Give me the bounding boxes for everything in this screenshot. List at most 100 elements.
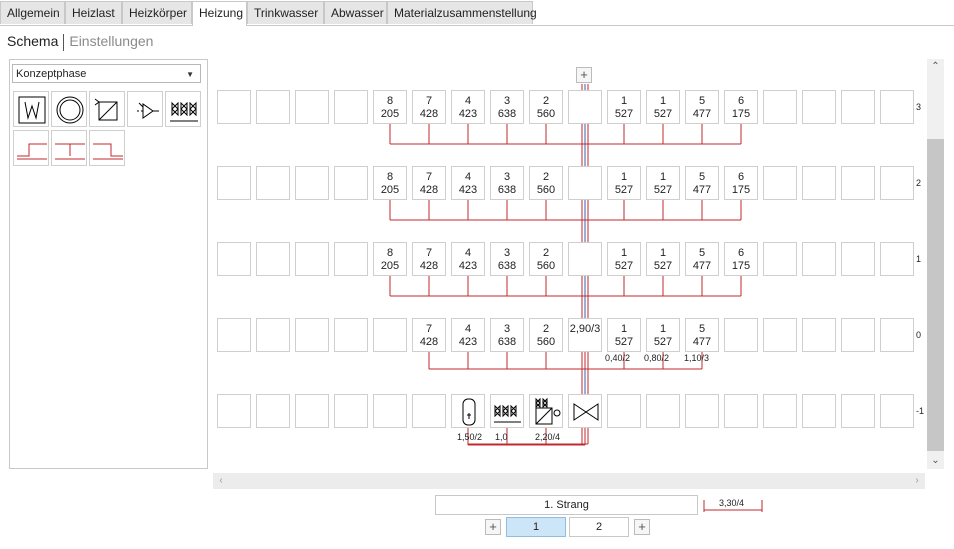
empty-cell[interactable] <box>763 394 797 428</box>
room-cell[interactable]: 1 527 <box>607 90 641 124</box>
tab-heizung[interactable]: Heizung <box>192 1 247 26</box>
empty-cell[interactable] <box>880 90 914 124</box>
room-cell[interactable]: 2,90/3 <box>568 318 602 352</box>
room-cell[interactable]: 6 175 <box>724 90 758 124</box>
empty-cell[interactable] <box>841 166 875 200</box>
scroll-up-icon[interactable]: ⌃ <box>927 59 944 75</box>
subtab-schema[interactable]: Schema <box>7 33 58 49</box>
palette-item[interactable] <box>13 130 49 166</box>
component-cell[interactable] <box>529 394 563 428</box>
empty-cell[interactable] <box>256 318 290 352</box>
add-page-left-button[interactable]: + <box>485 519 501 535</box>
empty-cell[interactable] <box>880 166 914 200</box>
subtab-settings[interactable]: Einstellungen <box>69 33 153 49</box>
room-cell[interactable]: 5 477 <box>685 166 719 200</box>
empty-cell[interactable] <box>763 90 797 124</box>
room-cell[interactable]: 6 175 <box>724 242 758 276</box>
room-cell[interactable]: 2 560 <box>529 166 563 200</box>
empty-cell[interactable] <box>217 394 251 428</box>
room-cell[interactable]: 4 423 <box>451 166 485 200</box>
empty-cell[interactable] <box>763 242 797 276</box>
component-cell[interactable] <box>568 394 602 428</box>
room-cell[interactable]: 6 175 <box>724 166 758 200</box>
empty-cell[interactable] <box>256 242 290 276</box>
palette-item[interactable] <box>13 91 49 127</box>
room-cell[interactable]: 1 527 <box>646 242 680 276</box>
empty-cell[interactable] <box>841 394 875 428</box>
scrollbar-thumb[interactable] <box>927 139 944 451</box>
component-cell[interactable] <box>451 394 485 428</box>
phase-select[interactable]: Konzeptphase ▼ <box>12 64 201 83</box>
empty-cell[interactable] <box>256 166 290 200</box>
room-cell[interactable]: 8 205 <box>373 166 407 200</box>
empty-cell[interactable] <box>373 318 407 352</box>
tab-materialzusammenstellung[interactable]: Materialzusammenstellung <box>387 1 537 24</box>
room-cell[interactable]: 7 428 <box>412 166 446 200</box>
empty-cell[interactable] <box>256 90 290 124</box>
empty-cell[interactable] <box>295 90 329 124</box>
palette-item[interactable] <box>51 91 87 127</box>
vertical-scrollbar[interactable]: ⌃ ⌄ <box>927 59 944 469</box>
empty-cell[interactable] <box>334 318 368 352</box>
room-cell[interactable]: 8 205 <box>373 242 407 276</box>
palette-item[interactable] <box>89 91 125 127</box>
room-cell[interactable]: 2 560 <box>529 242 563 276</box>
room-cell[interactable]: 3 638 <box>490 242 524 276</box>
empty-cell[interactable] <box>217 318 251 352</box>
strang-label[interactable]: 1. Strang <box>435 495 698 515</box>
room-cell[interactable]: 3 638 <box>490 90 524 124</box>
empty-cell[interactable] <box>334 90 368 124</box>
empty-cell[interactable] <box>802 90 836 124</box>
page-button-1[interactable]: 1 <box>506 517 566 537</box>
room-cell[interactable]: 2 560 <box>529 90 563 124</box>
empty-cell[interactable] <box>334 394 368 428</box>
room-cell[interactable]: 1 527 <box>607 318 641 352</box>
palette-item[interactable] <box>89 130 125 166</box>
empty-cell[interactable] <box>568 166 602 200</box>
room-cell[interactable]: 3 638 <box>490 318 524 352</box>
empty-cell[interactable] <box>373 394 407 428</box>
room-cell[interactable]: 4 423 <box>451 318 485 352</box>
empty-cell[interactable] <box>412 394 446 428</box>
empty-cell[interactable] <box>802 318 836 352</box>
empty-cell[interactable] <box>841 318 875 352</box>
page-button-2[interactable]: 2 <box>569 517 629 537</box>
empty-cell[interactable] <box>763 318 797 352</box>
room-cell[interactable]: 5 477 <box>685 318 719 352</box>
empty-cell[interactable] <box>841 90 875 124</box>
empty-cell[interactable] <box>334 166 368 200</box>
empty-cell[interactable] <box>880 318 914 352</box>
empty-cell[interactable] <box>763 166 797 200</box>
tab-allgemein[interactable]: Allgemein <box>0 1 65 24</box>
empty-cell[interactable] <box>295 318 329 352</box>
room-cell[interactable]: 5 477 <box>685 242 719 276</box>
chevron-down-icon[interactable]: ▼ <box>186 65 194 84</box>
empty-cell[interactable] <box>802 394 836 428</box>
tab-abwasser[interactable]: Abwasser <box>324 1 387 24</box>
room-cell[interactable]: 7 428 <box>412 242 446 276</box>
tab-heizlast[interactable]: Heizlast <box>65 1 122 24</box>
room-cell[interactable]: 1 527 <box>646 166 680 200</box>
empty-cell[interactable] <box>607 394 641 428</box>
add-page-right-button[interactable]: + <box>634 519 650 535</box>
empty-cell[interactable] <box>256 394 290 428</box>
empty-cell[interactable] <box>295 394 329 428</box>
empty-cell[interactable] <box>880 394 914 428</box>
empty-cell[interactable] <box>217 90 251 124</box>
schema-canvas[interactable]: 8 205 7 428 4 423 3 638 2 560 1 527 1 527 5 477 6 175 3 8 20… <box>213 59 925 469</box>
horizontal-scrollbar[interactable]: ‹ › <box>213 473 925 489</box>
empty-cell[interactable] <box>334 242 368 276</box>
empty-cell[interactable] <box>568 90 602 124</box>
palette-item[interactable] <box>127 91 163 127</box>
add-column-button[interactable]: + <box>576 67 592 83</box>
room-cell[interactable]: 3 638 <box>490 166 524 200</box>
room-cell[interactable]: 4 423 <box>451 242 485 276</box>
scroll-right-icon[interactable]: › <box>909 473 925 489</box>
room-cell[interactable]: 4 423 <box>451 90 485 124</box>
empty-cell[interactable] <box>724 394 758 428</box>
empty-cell[interactable] <box>685 394 719 428</box>
empty-cell[interactable] <box>217 166 251 200</box>
room-cell[interactable]: 2 560 <box>529 318 563 352</box>
empty-cell[interactable] <box>802 242 836 276</box>
palette-item[interactable] <box>165 91 201 127</box>
